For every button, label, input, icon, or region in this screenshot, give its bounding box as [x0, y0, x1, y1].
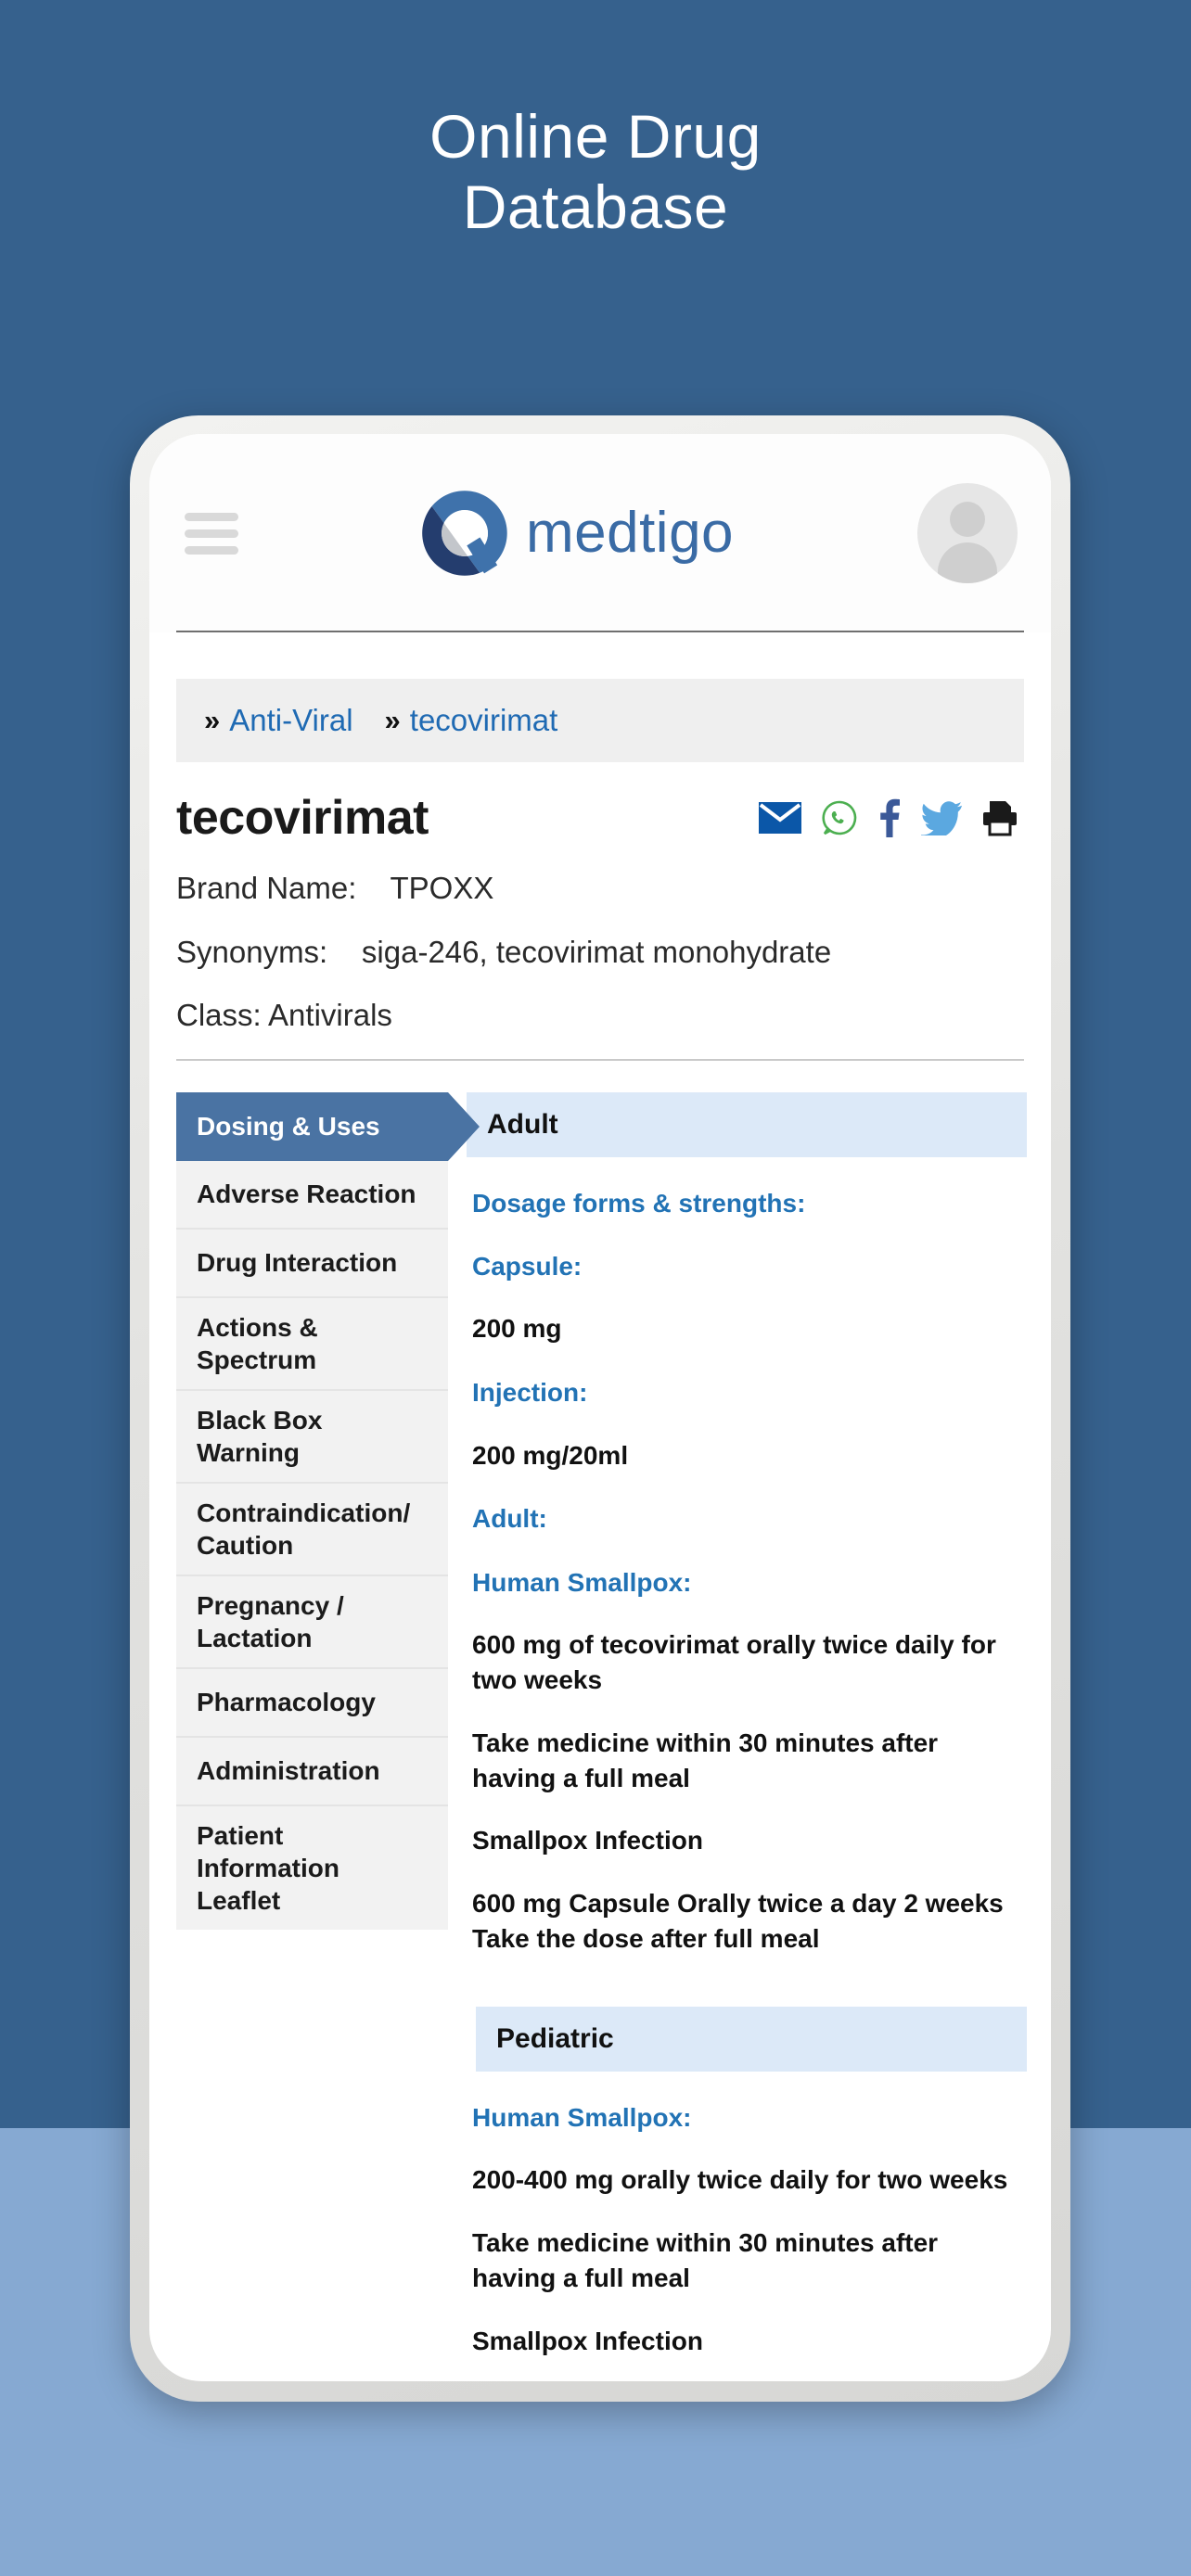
tab-actions-and-spectrum[interactable]: Actions & Spectrum: [176, 1297, 448, 1391]
page-title: Online Drug Database: [429, 102, 762, 241]
brand-name: medtigo: [525, 501, 735, 565]
facebook-icon[interactable]: [877, 798, 902, 837]
synonyms-line: Synonyms: siga-246, tecovirimat monohydr…: [176, 932, 1024, 974]
drug-title-row: tecovirimat: [176, 790, 1024, 846]
tab-pregnancy-lactation[interactable]: Pregnancy / Lactation: [176, 1575, 448, 1669]
tab-patient-information-leaflet[interactable]: Patient Information Leaflet: [176, 1805, 448, 1930]
brand-name-value: TPOXX: [390, 871, 494, 905]
capsule-strength: 200 mg: [472, 1314, 562, 1344]
tab-contraindication-caution[interactable]: Contraindication/ Caution: [176, 1483, 448, 1576]
tab-dosing-and-uses[interactable]: Dosing & Uses: [176, 1091, 480, 1161]
dosing-panel: Adult Dosage forms & strengths: Capsule:…: [448, 1091, 1051, 2359]
brand-logo[interactable]: medtigo: [233, 485, 917, 581]
print-icon[interactable]: [981, 799, 1018, 836]
adult-subheading: Adult:: [472, 1504, 547, 1534]
breadcrumb: » Anti-Viral » tecovirimat: [176, 679, 1024, 762]
content-area: Dosing & Uses Adverse Reaction Drug Inte…: [176, 1091, 1051, 2359]
synonyms-value: siga-246, tecovirimat monohydrate: [361, 934, 832, 969]
tab-drug-interaction[interactable]: Drug Interaction: [176, 1229, 448, 1298]
user-avatar-icon[interactable]: [917, 483, 1018, 583]
drug-name-heading: tecovirimat: [176, 791, 429, 845]
share-icon-bar: [759, 798, 1024, 837]
injection-heading: Injection:: [472, 1378, 588, 1408]
drug-meta: Brand Name: TPOXX Synonyms: siga-246, te…: [176, 868, 1024, 1037]
class-line: Class: Antivirals: [176, 998, 392, 1033]
pediatric-condition: Smallpox Infection: [472, 2326, 703, 2355]
whatsapp-icon[interactable]: [821, 799, 858, 836]
breadcrumb-item-tecovirimat[interactable]: tecovirimat: [410, 703, 558, 738]
pediatric-section-header: Pediatric: [476, 2006, 1027, 2072]
hamburger-bar: [185, 529, 238, 538]
tab-administration[interactable]: Administration: [176, 1737, 448, 1806]
app-header: medtigo: [149, 434, 1051, 632]
meta-divider: [176, 1058, 1024, 1061]
breadcrumb-item-anti-viral[interactable]: Anti-Viral: [229, 703, 352, 738]
synonyms-label: Synonyms:: [176, 934, 328, 969]
capsule-heading: Capsule:: [472, 1252, 583, 1282]
adult-section-header: Adult: [467, 1091, 1027, 1157]
phone-device-frame: medtigo » Anti-Viral » tecovirimat tecov…: [130, 415, 1070, 2402]
breadcrumb-separator-icon: »: [204, 704, 221, 736]
dosage-forms-heading: Dosage forms & strengths:: [472, 1188, 806, 1218]
phone-screen: medtigo » Anti-Viral » tecovirimat tecov…: [149, 434, 1051, 2381]
tab-list: Dosing & Uses Adverse Reaction Drug Inte…: [176, 1091, 480, 1930]
tab-adverse-reaction[interactable]: Adverse Reaction: [176, 1160, 448, 1230]
pediatric-dose-line-1: 200-400 mg orally twice daily for two we…: [472, 2165, 1008, 2195]
adult-dose-line-2: Take medicine within 30 minutes after ha…: [472, 1728, 939, 1792]
adult-dose-line-1: 600 mg of tecovirimat orally twice daily…: [472, 1630, 996, 1694]
pediatric-indication-heading: Human Smallpox:: [472, 2102, 692, 2132]
hamburger-bar: [185, 512, 238, 521]
tab-pharmacology[interactable]: Pharmacology: [176, 1668, 448, 1738]
tab-black-box-warning[interactable]: Black Box Warning: [176, 1390, 448, 1484]
email-icon[interactable]: [759, 802, 801, 834]
adult-condition-dose: 600 mg Capsule Orally twice a day 2 week…: [472, 1889, 1004, 1953]
twitter-icon[interactable]: [921, 800, 962, 835]
adult-indication-heading: Human Smallpox:: [472, 1567, 692, 1597]
hamburger-bar: [185, 545, 238, 555]
pediatric-dose-line-2: Take medicine within 30 minutes after ha…: [472, 2227, 939, 2292]
brand-name-label: Brand Name:: [176, 871, 357, 905]
injection-strength: 200 mg/20ml: [472, 1440, 629, 1470]
breadcrumb-separator-icon: »: [384, 704, 401, 736]
medtigo-mark-icon: [422, 491, 507, 576]
adult-condition: Smallpox Infection: [472, 1826, 703, 1855]
brand-name-line: Brand Name: TPOXX: [176, 868, 1024, 910]
hamburger-icon[interactable]: [185, 512, 238, 555]
